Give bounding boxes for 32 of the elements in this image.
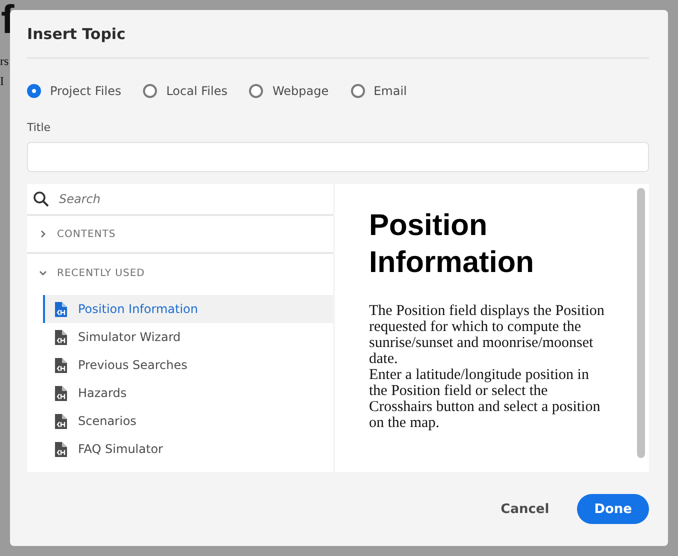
topic-item[interactable]: FAQ Simulator (43, 435, 333, 463)
scrollbar[interactable] (637, 188, 645, 458)
topic-item[interactable]: Position Information (43, 295, 333, 323)
source-radio[interactable]: Email (350, 84, 407, 98)
preview-paragraph: The Position field displays the Position requested for which to compute the sunrise/sunset and moonrise/moonset date. (369, 303, 605, 367)
page-text: rs (0, 54, 9, 68)
cancel-button[interactable]: Cancel (500, 494, 550, 524)
chevron-icon (39, 269, 47, 277)
document-icon (55, 414, 67, 428)
search-icon (33, 191, 49, 207)
title-label: Title (27, 121, 52, 135)
done-button[interactable]: Done (577, 494, 649, 524)
document-icon (55, 330, 67, 344)
document-icon (55, 442, 67, 456)
topic-item[interactable]: Scenarios (43, 407, 333, 435)
document-icon (55, 386, 67, 400)
document-icon (55, 358, 67, 372)
source-radio[interactable]: Webpage (249, 84, 329, 98)
document-icon (55, 302, 67, 316)
source-radio[interactable]: Project Files (27, 84, 122, 98)
topic-item[interactable]: Hazards (43, 379, 333, 407)
preview-paragraph: Enter a latitude/longitude position in the Position field or select the Crosshairs button and select a position on the map. (369, 367, 602, 431)
page-text: I (0, 74, 4, 88)
section-header[interactable]: CONTENTS (27, 216, 333, 254)
dialog-title: Insert Topic (27, 24, 126, 42)
topic-item[interactable]: Previous Searches (43, 351, 333, 379)
source-radio[interactable]: Local Files (143, 84, 228, 98)
section-header[interactable]: RECENTLY USED (27, 254, 333, 292)
chevron-icon (39, 230, 47, 238)
preview-heading: Position Information (369, 208, 535, 281)
topic-item[interactable]: Simulator Wizard (43, 323, 333, 351)
title-input[interactable] (27, 142, 649, 172)
